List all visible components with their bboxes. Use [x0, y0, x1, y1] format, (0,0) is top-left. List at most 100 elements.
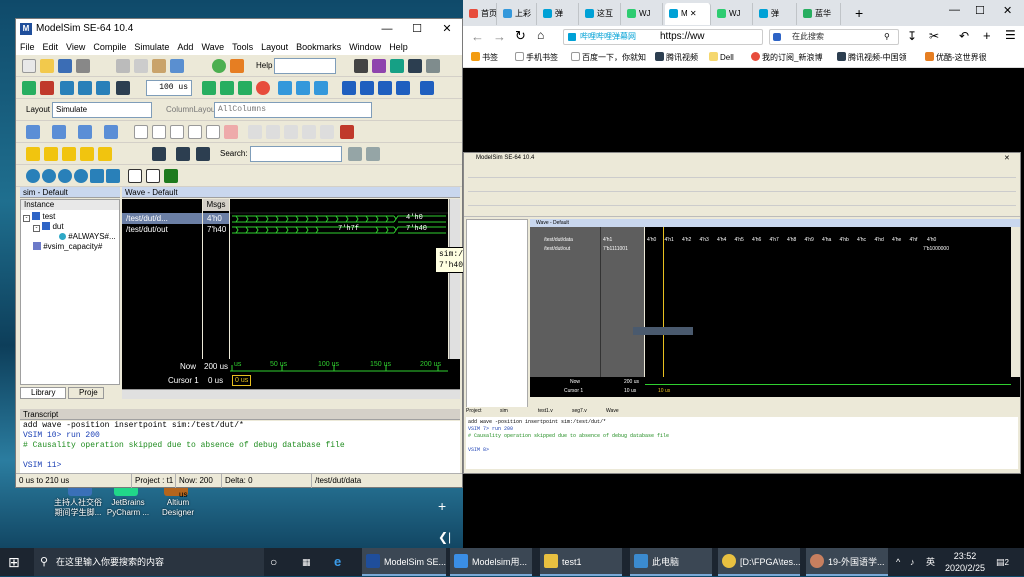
zoom-icon[interactable]	[426, 59, 440, 73]
zoom-range-icon[interactable]	[90, 169, 104, 183]
arrow-up-icon[interactable]	[378, 81, 392, 95]
taskbar-app-this-pc[interactable]: 此电脑	[630, 548, 712, 576]
tray-up-arrow-icon[interactable]: ^	[896, 548, 900, 576]
tree-item-dut[interactable]: - dut	[33, 222, 64, 232]
menu-simulate[interactable]: Simulate	[130, 42, 173, 52]
find-edge-icon[interactable]	[152, 147, 166, 161]
find-edge-icon[interactable]	[176, 147, 190, 161]
menu-view[interactable]: View	[62, 42, 89, 52]
menu-bookmarks[interactable]: Bookmarks	[292, 42, 345, 52]
compile-icon[interactable]	[230, 59, 244, 73]
cursor-lock-icon[interactable]	[98, 147, 112, 161]
menu-edit[interactable]: Edit	[39, 42, 63, 52]
layout-select[interactable]: Simulate	[52, 102, 152, 118]
format-icon[interactable]	[152, 125, 166, 139]
bookmark-item[interactable]: 优酷-这世界很	[925, 48, 987, 68]
zoom-last-icon[interactable]	[106, 169, 120, 183]
menu-add[interactable]: Add	[173, 42, 197, 52]
zoom-cursor-icon[interactable]	[266, 125, 280, 139]
arrow-up-icon[interactable]	[60, 81, 74, 95]
player-add-icon[interactable]: +	[438, 498, 446, 514]
arrow-left-icon[interactable]	[78, 81, 92, 95]
step-over-icon[interactable]	[296, 81, 310, 95]
stop-icon[interactable]	[256, 81, 270, 95]
column-layout-select[interactable]: AllColumns	[214, 102, 372, 118]
maximize-button[interactable]: ☐	[402, 19, 432, 39]
edit-icon[interactable]	[302, 125, 316, 139]
jump-icon[interactable]	[420, 81, 434, 95]
library-tab[interactable]: Library	[20, 387, 66, 399]
tools-icon[interactable]: ✂	[929, 29, 939, 43]
bookmark-item[interactable]: 腾讯视频	[655, 48, 698, 68]
taskbar-app-modelsim[interactable]: ModelSim SE...	[362, 548, 446, 576]
search-options-icon[interactable]	[348, 147, 362, 161]
format-icon[interactable]	[170, 125, 184, 139]
select-pointer-icon[interactable]	[248, 125, 262, 139]
browser-tab[interactable]: 弹	[539, 3, 579, 25]
transcript-prompt[interactable]: VSIM 11>	[20, 461, 460, 471]
browser-tab[interactable]: WJ	[713, 3, 753, 25]
break-icon[interactable]	[40, 81, 54, 95]
undo-icon[interactable]	[170, 59, 184, 73]
pan-icon[interactable]	[284, 125, 298, 139]
bookmark-item[interactable]: 手机书签	[515, 48, 558, 68]
notification-icon[interactable]: ▤2	[996, 548, 1018, 576]
project-tab[interactable]: Proje	[68, 387, 104, 399]
tree-item-always[interactable]: #ALWAYS#...	[59, 232, 116, 241]
waveform-area[interactable]: 4'h0 7'h7f 7'h40	[230, 199, 448, 359]
zoom-in-icon[interactable]	[26, 169, 40, 183]
cursor-next-icon[interactable]	[80, 147, 94, 161]
taskbar-app-video[interactable]: 19-外国语学...	[806, 548, 888, 576]
arrow-up-icon[interactable]	[342, 81, 356, 95]
maximize-button[interactable]: ☐	[975, 4, 985, 17]
add-log-icon[interactable]	[78, 125, 92, 139]
arrow-down-icon[interactable]	[396, 81, 410, 95]
menu-tools[interactable]: Tools	[228, 42, 257, 52]
undo-icon[interactable]: ↶	[959, 29, 969, 43]
tree-item-test[interactable]: - test	[23, 212, 55, 222]
forward-icon[interactable]: →	[493, 29, 506, 44]
tree-item-vsim-capacity[interactable]: #vsim_capacity#	[33, 242, 102, 251]
wave-vscrollbar[interactable]	[449, 199, 460, 359]
add-dataflow-icon[interactable]	[104, 125, 118, 139]
cortana-icon[interactable]: ○	[270, 548, 288, 576]
minimize-button[interactable]: —	[949, 4, 960, 16]
add-icon[interactable]: +	[983, 28, 991, 43]
search-engine-icon[interactable]	[773, 33, 781, 41]
dataflow-icon[interactable]	[354, 59, 368, 73]
run-all-icon[interactable]	[238, 81, 252, 95]
add-list-icon[interactable]	[52, 125, 66, 139]
breakpoint-icon[interactable]	[340, 125, 354, 139]
step-icon[interactable]	[116, 81, 130, 95]
new-tab-icon[interactable]: +	[855, 4, 863, 22]
search-icon[interactable]	[366, 147, 380, 161]
run-length-input[interactable]: 100 us	[146, 80, 192, 96]
print-icon[interactable]	[76, 59, 90, 73]
browser-tab-active[interactable]: M ✕	[665, 3, 711, 25]
ime-indicator[interactable]: 英	[926, 548, 935, 576]
measure-icon[interactable]	[320, 125, 334, 139]
taskbar-app-ide[interactable]: [D:\FPGA\tes...	[718, 548, 801, 576]
edge-icon[interactable]: e	[334, 548, 352, 576]
find-icon[interactable]	[212, 59, 226, 73]
taskbar-app-folder[interactable]: test1	[540, 548, 622, 576]
cursor-add-icon[interactable]	[26, 147, 40, 161]
eraser-icon[interactable]	[224, 125, 238, 139]
format-icon[interactable]	[188, 125, 202, 139]
menu-icon[interactable]: ☰	[1005, 28, 1016, 42]
task-view-icon[interactable]: ▦	[302, 548, 320, 576]
wave-format-icon[interactable]	[146, 169, 160, 183]
copy-icon[interactable]	[134, 59, 148, 73]
browser-tab[interactable]: 首页	[465, 3, 497, 25]
volume-icon[interactable]: ♪	[910, 548, 915, 576]
minimize-button[interactable]: —	[372, 19, 402, 39]
search-icon[interactable]: ⚲	[884, 30, 890, 44]
start-button[interactable]: ⊞	[8, 548, 32, 576]
transcript-console[interactable]: add wave -position insertpoint sim:/test…	[20, 421, 460, 473]
run-continue-icon[interactable]	[220, 81, 234, 95]
step-out-icon[interactable]	[314, 81, 328, 95]
schematic-icon[interactable]	[408, 59, 422, 73]
memory-icon[interactable]	[372, 59, 386, 73]
add-wave-icon[interactable]	[26, 125, 40, 139]
restart-icon[interactable]	[22, 81, 36, 95]
